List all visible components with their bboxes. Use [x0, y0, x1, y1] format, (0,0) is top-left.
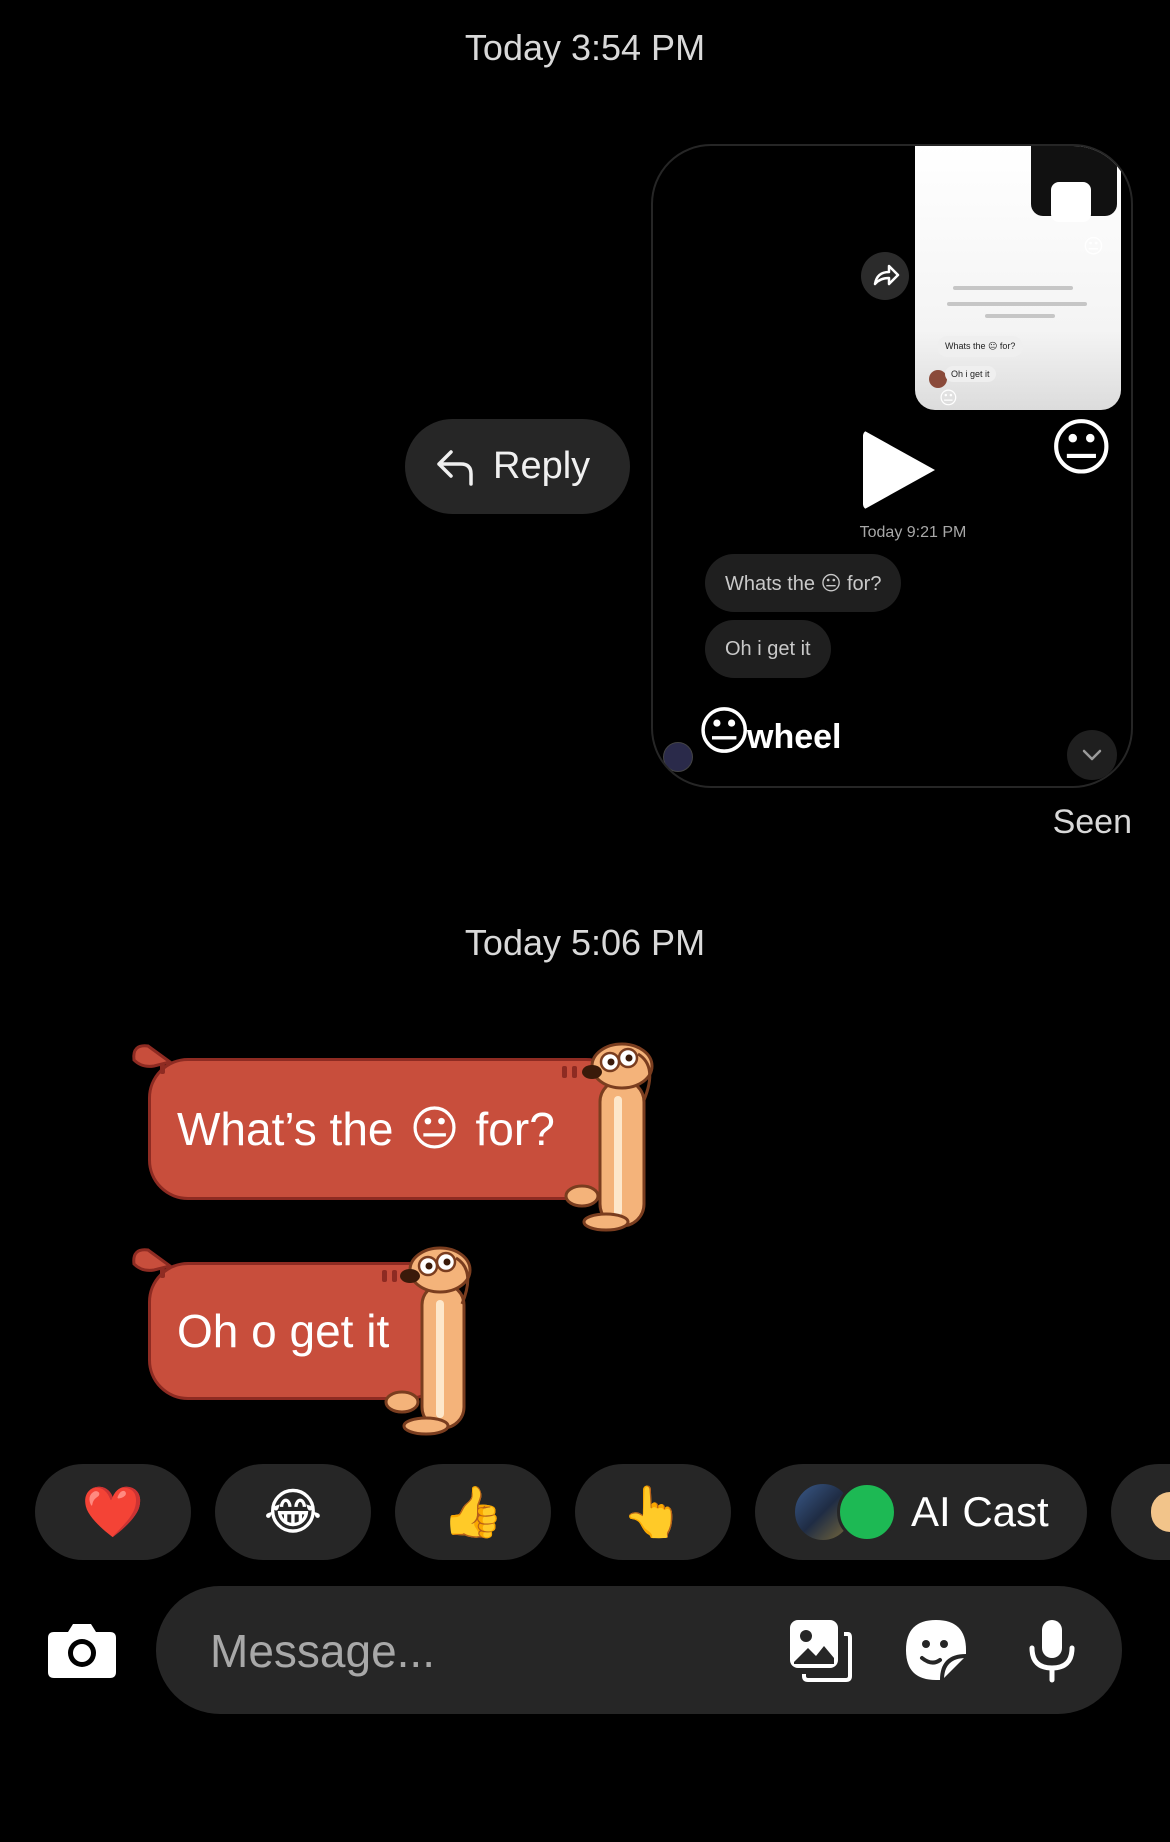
- wheel-sticker: 😐 wheel: [653, 702, 953, 782]
- dog-body-icon: [382, 1246, 472, 1436]
- ai-cast-avatars: [793, 1482, 897, 1542]
- play-icon[interactable]: [863, 430, 935, 510]
- share-button[interactable]: [861, 252, 909, 300]
- reply-label: Reply: [493, 445, 591, 487]
- chevron-down-icon: [1082, 749, 1102, 761]
- overflow-emoji-edge: [1151, 1492, 1170, 1532]
- video-thumbnail-preview: 😐 Whats the 😐 for? Oh i get it 😐: [915, 146, 1121, 410]
- tears-of-joy-icon: 😂: [263, 1484, 323, 1540]
- reply-button[interactable]: Reply: [405, 419, 630, 514]
- timestamp-2: Today 5:06 PM: [464, 922, 706, 963]
- timestamp-1: Today 3:54 PM: [464, 27, 706, 68]
- sender-avatar: [663, 742, 693, 772]
- reaction-pointing-up[interactable]: 👆: [575, 1464, 731, 1560]
- ai-cast-avatar-2: [837, 1482, 897, 1542]
- thumbnail-bubble-2: Oh i get it: [945, 366, 996, 382]
- thumbnail-neutral-emoji: 😐: [1083, 236, 1104, 258]
- dog-body-icon: [562, 1042, 654, 1232]
- message-input[interactable]: Message...: [210, 1624, 435, 1678]
- themed-message-1[interactable]: What’s the 😐 for?: [130, 1040, 690, 1232]
- thumbnail-stop-square: [1051, 182, 1091, 222]
- thumbnail-text-line: [953, 286, 1073, 290]
- thumbnail-text-line: [985, 314, 1055, 318]
- shared-video-card[interactable]: 😐 Whats the 😐 for? Oh i get it 😐 😐 Today…: [651, 144, 1133, 788]
- seen-status: Seen: [1052, 803, 1132, 841]
- themed-message-2[interactable]: Oh o get it: [130, 1244, 500, 1436]
- ai-cast-label: AI Cast: [911, 1488, 1049, 1535]
- neutral-face-reaction: 😐: [1049, 414, 1114, 483]
- reaction-tears-of-joy[interactable]: 😂: [215, 1464, 371, 1560]
- reply-arrow-icon: [437, 449, 473, 486]
- pointing-up-icon: 👆: [621, 1483, 685, 1540]
- gallery-button[interactable]: [786, 1616, 854, 1684]
- sticker-neutral-emoji: 😐: [697, 703, 752, 761]
- expand-button[interactable]: [1067, 730, 1117, 780]
- gallery-icon: [790, 1620, 852, 1682]
- heart-icon: ❤️: [81, 1483, 145, 1540]
- thumbs-up-icon: 👍: [441, 1483, 505, 1540]
- card-timestamp: Today 9:21 PM: [859, 524, 967, 541]
- card-message-bubble-1: Whats the 😐 for?: [705, 554, 902, 612]
- reaction-thumbs-up[interactable]: 👍: [395, 1464, 551, 1560]
- thumbnail-text-line: [947, 302, 1087, 306]
- sticker-word: wheel: [747, 718, 842, 756]
- share-arrow-icon: [873, 264, 900, 286]
- microphone-button[interactable]: [1018, 1616, 1086, 1684]
- message-composer[interactable]: Message...: [156, 1586, 1122, 1714]
- sticker-button[interactable]: [902, 1616, 970, 1684]
- reaction-heart[interactable]: ❤️: [35, 1464, 191, 1560]
- thumbnail-neutral-emoji-2: 😐: [939, 388, 958, 408]
- sticker-icon: [906, 1620, 967, 1681]
- reaction-overflow[interactable]: [1111, 1464, 1170, 1560]
- camera-icon: [48, 1624, 116, 1678]
- microphone-icon: [1029, 1620, 1075, 1683]
- ai-cast-button[interactable]: AI Cast: [755, 1464, 1087, 1560]
- thumbnail-bubble-1: Whats the 😐 for?: [937, 336, 1024, 357]
- camera-button[interactable]: [46, 1618, 118, 1680]
- card-message-bubble-2: Oh i get it: [705, 620, 831, 678]
